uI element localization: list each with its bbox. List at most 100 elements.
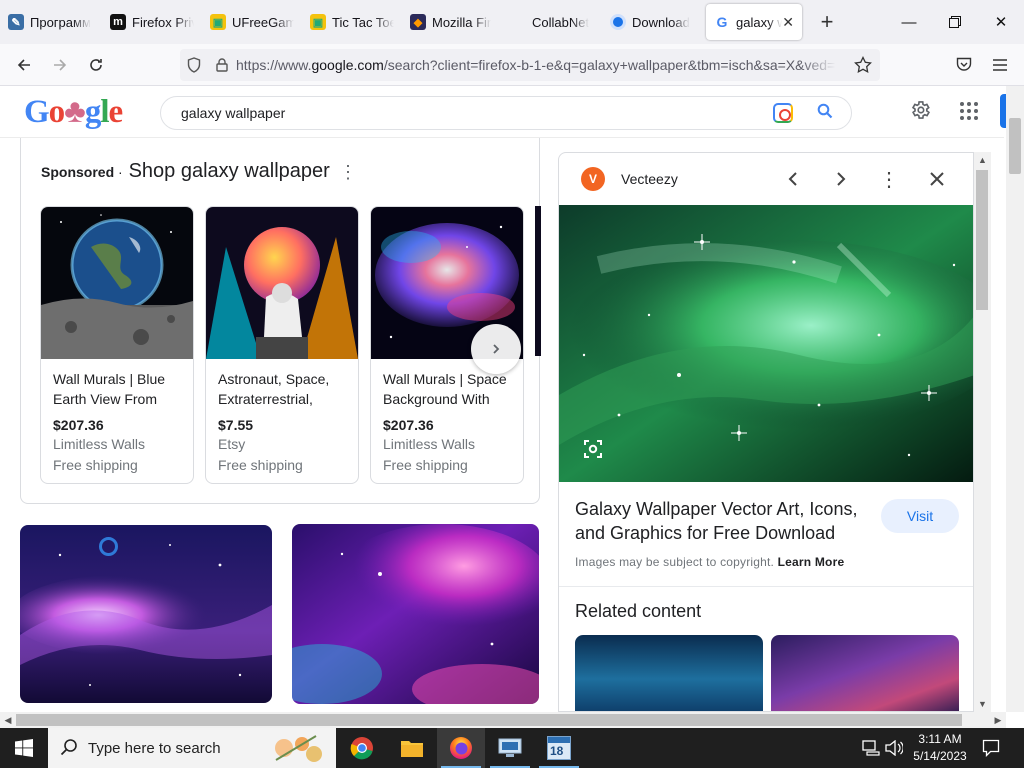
- taskbar-clock[interactable]: 3:11 AM 5/14/2023: [908, 731, 972, 765]
- chrome-icon: [610, 14, 626, 30]
- volume-icon[interactable]: [885, 728, 903, 768]
- start-button[interactable]: [0, 728, 48, 768]
- tab-strip: ✎ Программ m Firefox Priv ▣ UFreeGam ▣ T…: [0, 0, 1024, 44]
- tab-label: CollabNet: [532, 14, 590, 30]
- close-panel-icon[interactable]: [923, 165, 951, 193]
- more-options-icon[interactable]: ⋮: [339, 162, 357, 183]
- scroll-up-arrow-icon[interactable]: ▲: [974, 152, 991, 168]
- image-title[interactable]: Galaxy Wallpaper Vector Art, Icons, and …: [575, 497, 875, 545]
- tab-collabnet[interactable]: CollabNet: [502, 4, 602, 40]
- scroll-left-arrow-icon[interactable]: ◀: [0, 712, 16, 728]
- scrollbar-thumb[interactable]: [1009, 118, 1021, 174]
- close-tab-icon[interactable]: ✕: [782, 14, 794, 31]
- lock-icon[interactable]: [208, 58, 236, 72]
- search-highlight-illustration: [266, 730, 330, 766]
- product-price: $7.55: [218, 417, 254, 433]
- related-thumbnail[interactable]: [771, 635, 959, 711]
- network-icon[interactable]: [862, 728, 880, 768]
- tab-galaxy-wallpaper[interactable]: G galaxy w ✕: [706, 4, 802, 40]
- more-options-icon[interactable]: ⋮: [875, 165, 903, 193]
- search-icon[interactable]: [817, 103, 833, 124]
- divider: [559, 586, 973, 587]
- carousel-next-button[interactable]: [471, 324, 521, 374]
- tab-label: Mozilla Fir: [432, 14, 492, 30]
- restore-icon[interactable]: [932, 0, 978, 44]
- calendar-taskbar-icon[interactable]: 18: [535, 728, 583, 768]
- visit-button[interactable]: Visit: [881, 499, 959, 533]
- previous-image-icon[interactable]: [779, 165, 807, 193]
- result-image-pink-galaxy[interactable]: [292, 524, 539, 704]
- sponsored-shopping-block: Sponsored · Shop galaxy wallpaper ⋮ Wall…: [20, 138, 541, 504]
- settings-gear-icon[interactable]: [908, 98, 932, 122]
- learn-more-link[interactable]: Learn More: [778, 555, 845, 569]
- address-bar[interactable]: https://www.google.com/search?client=fir…: [180, 49, 880, 81]
- google-doodle-logo[interactable]: Go♣gle: [24, 94, 123, 131]
- tab-label: UFreeGam: [232, 14, 294, 30]
- tab-label: Программ: [30, 14, 91, 30]
- tab-programs[interactable]: ✎ Программ: [0, 4, 102, 40]
- hamburger-menu-icon[interactable]: [982, 47, 1018, 83]
- google-icon: G: [716, 14, 728, 30]
- preview-image-green-galaxy[interactable]: [559, 205, 973, 482]
- minimize-icon[interactable]: —: [886, 0, 932, 44]
- related-thumbnail[interactable]: [575, 635, 763, 711]
- game-icon: ▣: [210, 14, 226, 30]
- close-window-icon[interactable]: ✕: [978, 0, 1024, 44]
- game-icon: ▣: [310, 14, 326, 30]
- panel-scrollbar[interactable]: ▲ ▼: [974, 152, 991, 712]
- product-card[interactable]: Astronaut, Space, Extraterrestrial, $7.5…: [205, 206, 359, 484]
- visual-search-icon[interactable]: [583, 439, 603, 459]
- bookmark-star-icon[interactable]: [845, 47, 881, 83]
- shop-heading: Shop galaxy wallpaper: [128, 160, 330, 182]
- scroll-right-arrow-icon[interactable]: ▶: [990, 712, 1006, 728]
- reload-icon[interactable]: [78, 47, 114, 83]
- google-apps-icon[interactable]: [960, 102, 978, 120]
- vecteezy-logo-icon: V: [581, 167, 605, 191]
- product-shipping: Free shipping: [218, 457, 303, 473]
- scrollbar-thumb[interactable]: [16, 714, 962, 726]
- tab-label: galaxy w: [736, 14, 783, 30]
- chrome-taskbar-icon[interactable]: [338, 728, 386, 768]
- result-image-purple-nebula[interactable]: [20, 525, 272, 703]
- new-tab-icon[interactable]: +: [812, 7, 842, 37]
- tab-firefox-privacy[interactable]: m Firefox Priv: [102, 4, 202, 40]
- notification-center-icon[interactable]: [982, 728, 1000, 768]
- scrollbar-thumb[interactable]: [976, 170, 988, 310]
- back-icon[interactable]: [6, 47, 42, 83]
- tab-download[interactable]: Download: [602, 4, 702, 40]
- pocket-icon[interactable]: [946, 47, 982, 83]
- firefox-taskbar-icon[interactable]: [437, 728, 485, 768]
- tab-label: Firefox Priv: [132, 14, 194, 30]
- search-input[interactable]: galaxy wallpaper: [160, 96, 852, 130]
- m-logo-icon: m: [110, 14, 126, 30]
- navigation-bar: https://www.google.com/search?client=fir…: [0, 44, 1024, 86]
- copyright-notice: Images may be subject to copyright. Lear…: [575, 555, 844, 569]
- product-title: Astronaut, Space, Extraterrestrial,: [218, 371, 330, 407]
- tab-ufreegames[interactable]: ▣ UFreeGam: [202, 4, 302, 40]
- remote-desktop-icon[interactable]: [486, 728, 534, 768]
- file-explorer-icon[interactable]: [388, 728, 436, 768]
- search-query: galaxy wallpaper: [181, 105, 286, 121]
- clock-time: 3:11 AM: [918, 732, 962, 746]
- google-lens-icon[interactable]: [773, 103, 793, 123]
- scroll-down-arrow-icon[interactable]: ▼: [974, 696, 991, 712]
- url-domain: google.com: [311, 57, 384, 73]
- product-shipping: Free shipping: [53, 457, 138, 473]
- url-text[interactable]: https://www.google.com/search?client=fir…: [236, 57, 836, 73]
- product-card[interactable]: Wall Murals | Blue Earth View From $207.…: [40, 206, 194, 484]
- windows-taskbar: Type here to search 18 3:11 AM 5/14/2023: [0, 728, 1024, 768]
- tab-mozilla-firefox[interactable]: ◆ Mozilla Fir: [402, 4, 502, 40]
- tracking-shield-icon[interactable]: [180, 57, 208, 73]
- page-horizontal-scrollbar[interactable]: ◀ ▶: [0, 712, 1006, 728]
- taskbar-search-box[interactable]: Type here to search: [48, 728, 336, 768]
- copyright-text: Images may be subject to copyright.: [575, 555, 775, 569]
- heading-separator: ·: [114, 164, 127, 180]
- product-title: Wall Murals | Blue Earth View From: [53, 371, 166, 407]
- source-name[interactable]: Vecteezy: [621, 171, 678, 187]
- clock-date: 5/14/2023: [913, 749, 967, 763]
- forward-icon[interactable]: [42, 47, 78, 83]
- next-image-icon[interactable]: [827, 165, 855, 193]
- page-vertical-scrollbar[interactable]: [1006, 86, 1024, 712]
- product-shipping: Free shipping: [383, 457, 468, 473]
- tab-tic-tac-toe[interactable]: ▣ Tic Tac Toe: [302, 4, 402, 40]
